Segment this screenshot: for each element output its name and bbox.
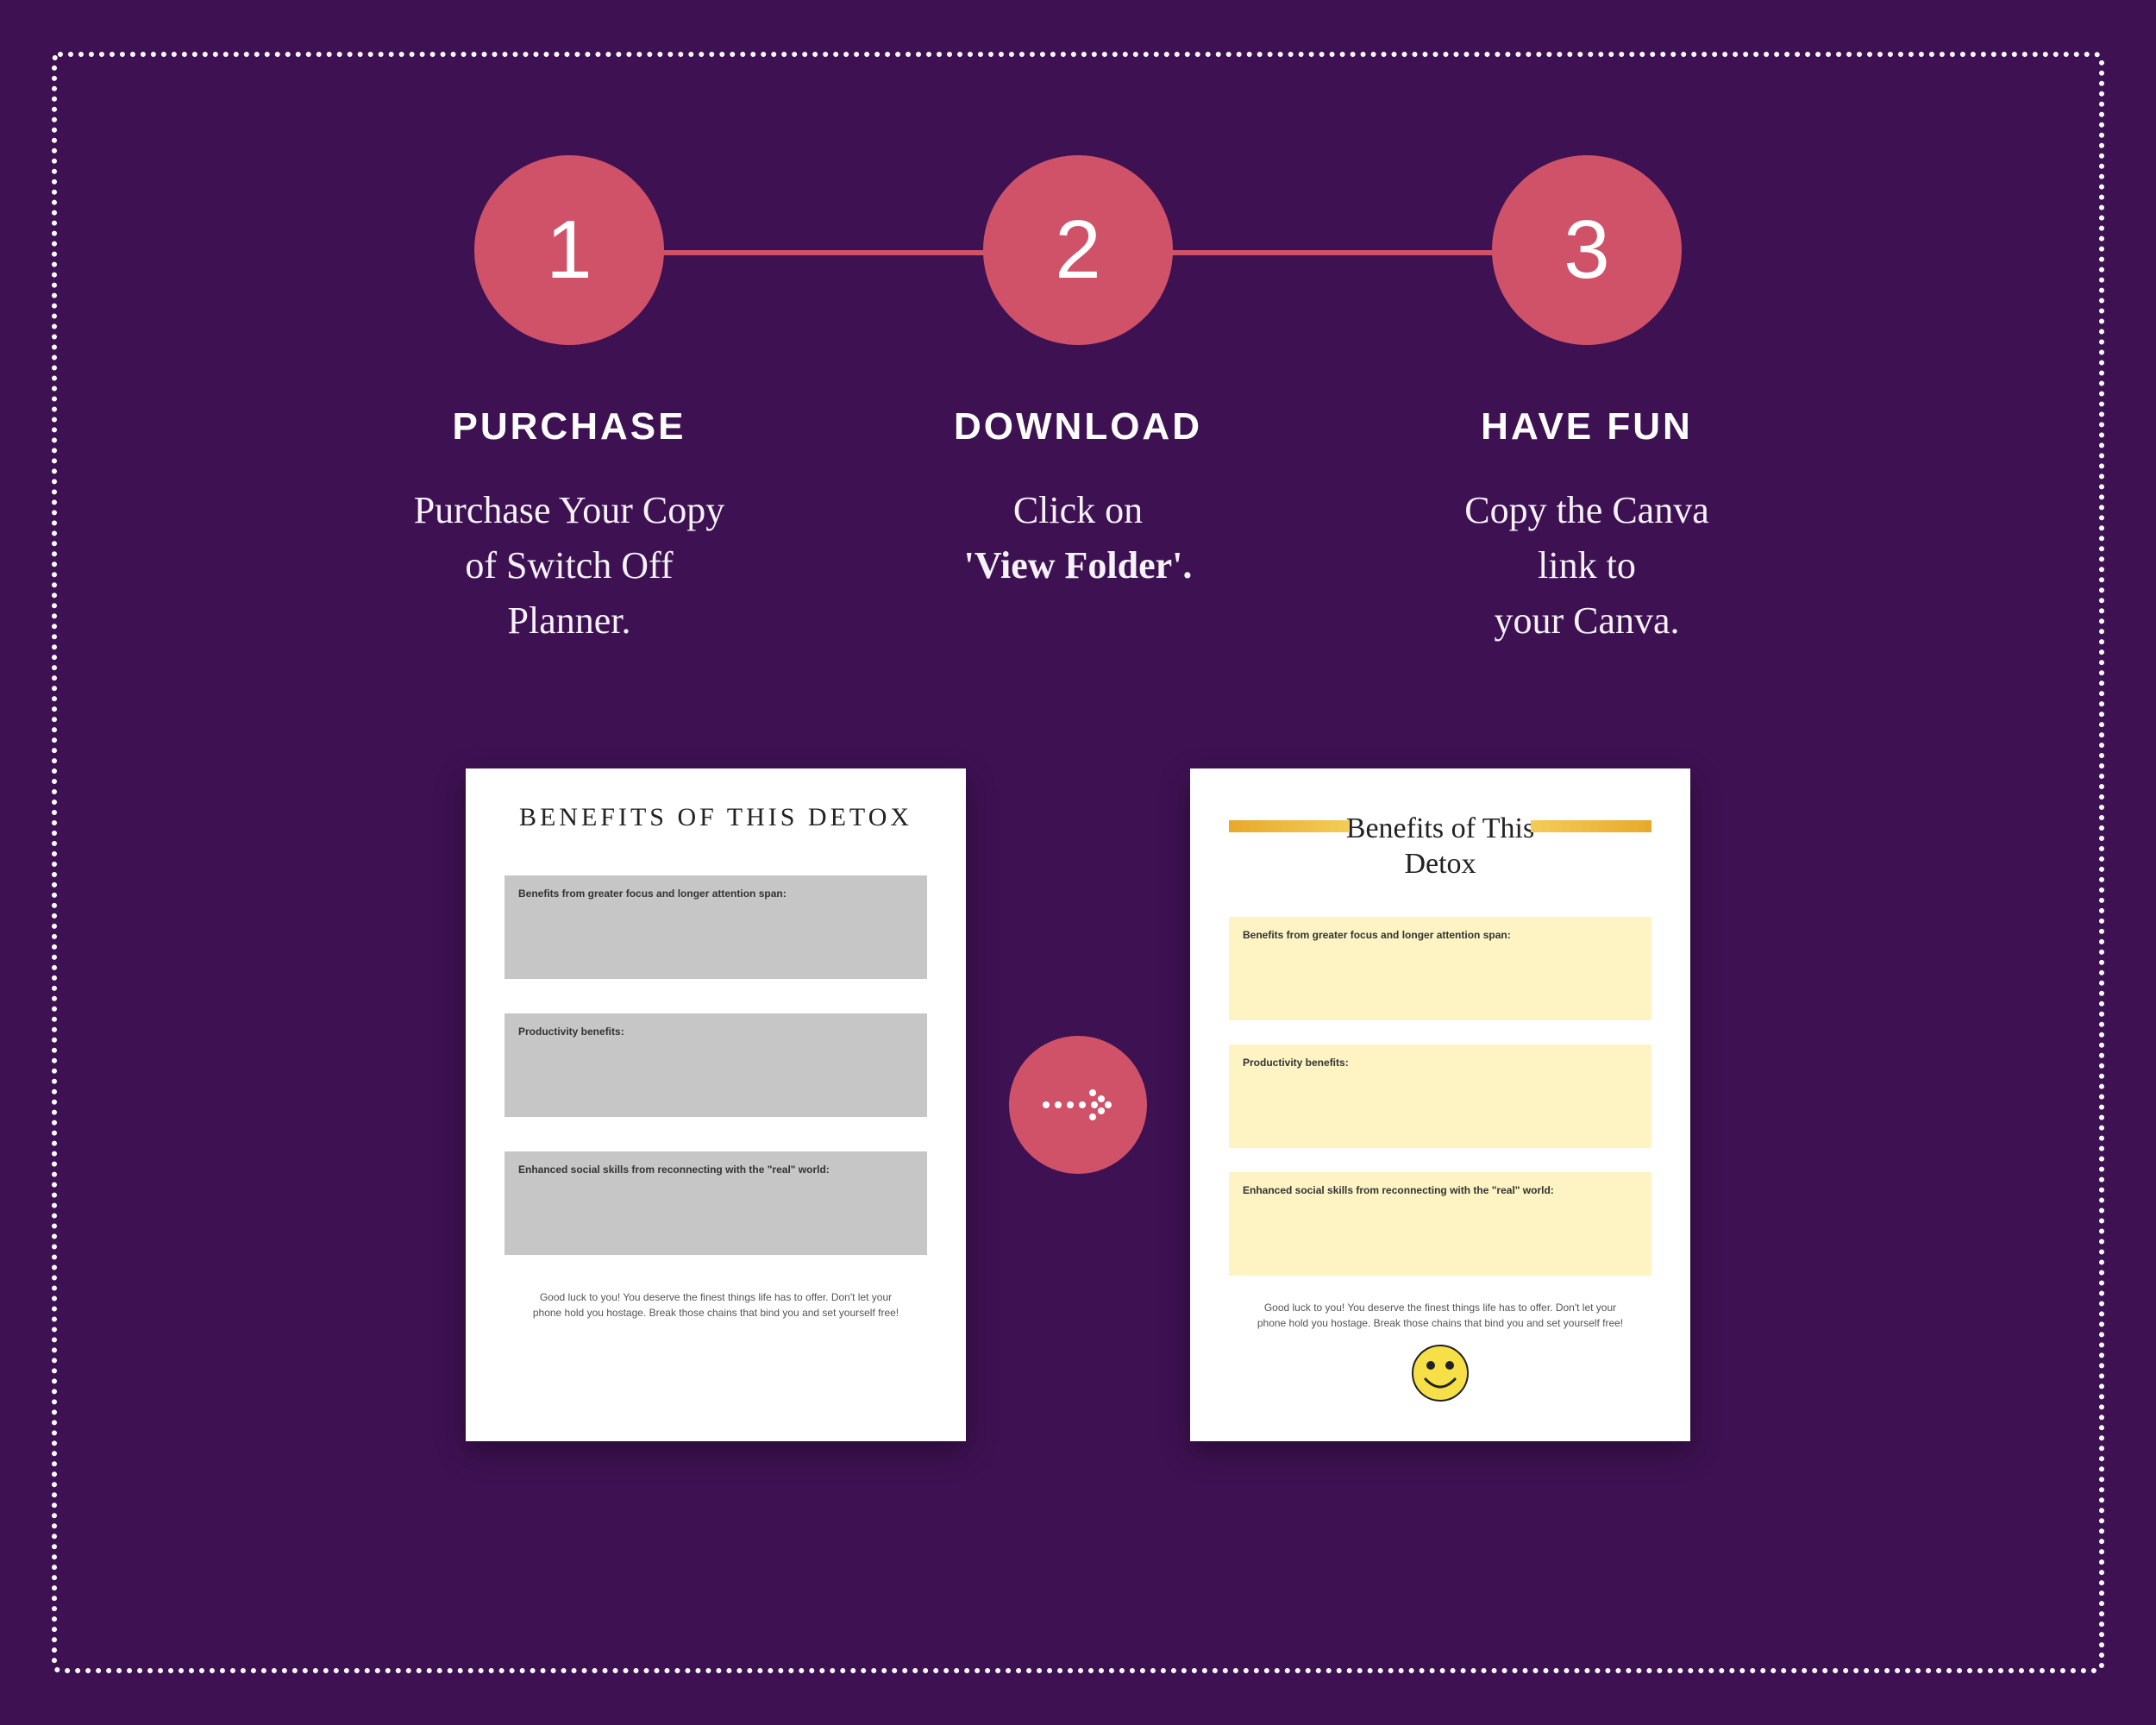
step-3-number-circle: 3 [1492,155,1682,345]
step-2-title: DOWNLOAD [954,405,1202,448]
step-3-title: HAVE FUN [1481,405,1693,448]
step-1: 1 PURCHASE Purchase Your Copy of Switch … [345,155,793,648]
page-a-box-1: Benefits from greater focus and longer a… [505,875,927,979]
page-a-box-3-label: Enhanced social skills from reconnecting… [518,1164,913,1176]
steps-row: 1 PURCHASE Purchase Your Copy of Switch … [345,155,1811,648]
smiley-face-icon [1410,1343,1470,1403]
step-1-desc-line-2: of Switch Off [465,544,673,586]
arrow-right-dotted-icon [1039,1079,1117,1131]
page-a-box-2: Productivity benefits: [505,1013,927,1117]
page-b-box-2-label: Productivity benefits: [1243,1057,1638,1069]
step-1-desc-line-3: Planner. [508,599,631,642]
page-b-box-1-label: Benefits from greater focus and longer a… [1243,929,1638,941]
page-a-title: BENEFITS OF THIS DETOX [505,803,927,832]
step-2-number: 2 [1055,203,1100,298]
step-3-desc-line-3: your Canva. [1494,599,1679,642]
step-1-desc: Purchase Your Copy of Switch Off Planner… [414,483,725,648]
step-3-desc: Copy the Canva link to your Canva. [1464,483,1709,648]
step-3-desc-line-1: Copy the Canva [1464,489,1709,531]
step-2-number-circle: 2 [983,155,1173,345]
step-2-desc: Click on 'View Folder'. [964,483,1193,593]
page-b-box-3: Enhanced social skills from reconnecting… [1229,1172,1651,1276]
preview-row: BENEFITS OF THIS DETOX Benefits from gre… [466,768,1690,1441]
step-2: 2 DOWNLOAD Click on 'View Folder'. [854,155,1302,593]
step-2-desc-line-1: Click on [1013,489,1143,531]
template-preview-before: BENEFITS OF THIS DETOX Benefits from gre… [466,768,966,1441]
gold-accent-right [1531,820,1651,832]
page-b-box-2: Productivity benefits: [1229,1044,1651,1148]
page-a-box-3: Enhanced social skills from reconnecting… [505,1151,927,1255]
step-3: 3 HAVE FUN Copy the Canva link to your C… [1363,155,1811,648]
page-b-box-3-label: Enhanced social skills from reconnecting… [1243,1184,1638,1196]
step-1-number: 1 [546,203,592,298]
page-a-box-2-label: Productivity benefits: [518,1026,913,1038]
step-1-number-circle: 1 [474,155,664,345]
page-a-box-1-label: Benefits from greater focus and longer a… [518,888,913,900]
page-b-title: Benefits of This Detox [1328,812,1552,882]
arrow-circle [1009,1036,1147,1174]
step-1-desc-line-1: Purchase Your Copy [414,489,725,531]
template-preview-after: Benefits of This Detox Benefits from gre… [1190,768,1690,1441]
step-2-desc-bold: 'View Folder'. [964,544,1193,586]
step-1-title: PURCHASE [453,405,686,448]
gold-accent-left [1229,820,1350,832]
step-3-desc-line-2: link to [1538,544,1636,586]
page-b-box-1: Benefits from greater focus and longer a… [1229,917,1651,1020]
page-b-footer: Good luck to you! You deserve the finest… [1229,1300,1651,1331]
main-content: 1 PURCHASE Purchase Your Copy of Switch … [0,0,2156,1725]
page-a-footer: Good luck to you! You deserve the finest… [505,1289,927,1320]
step-3-number: 3 [1564,203,1609,298]
